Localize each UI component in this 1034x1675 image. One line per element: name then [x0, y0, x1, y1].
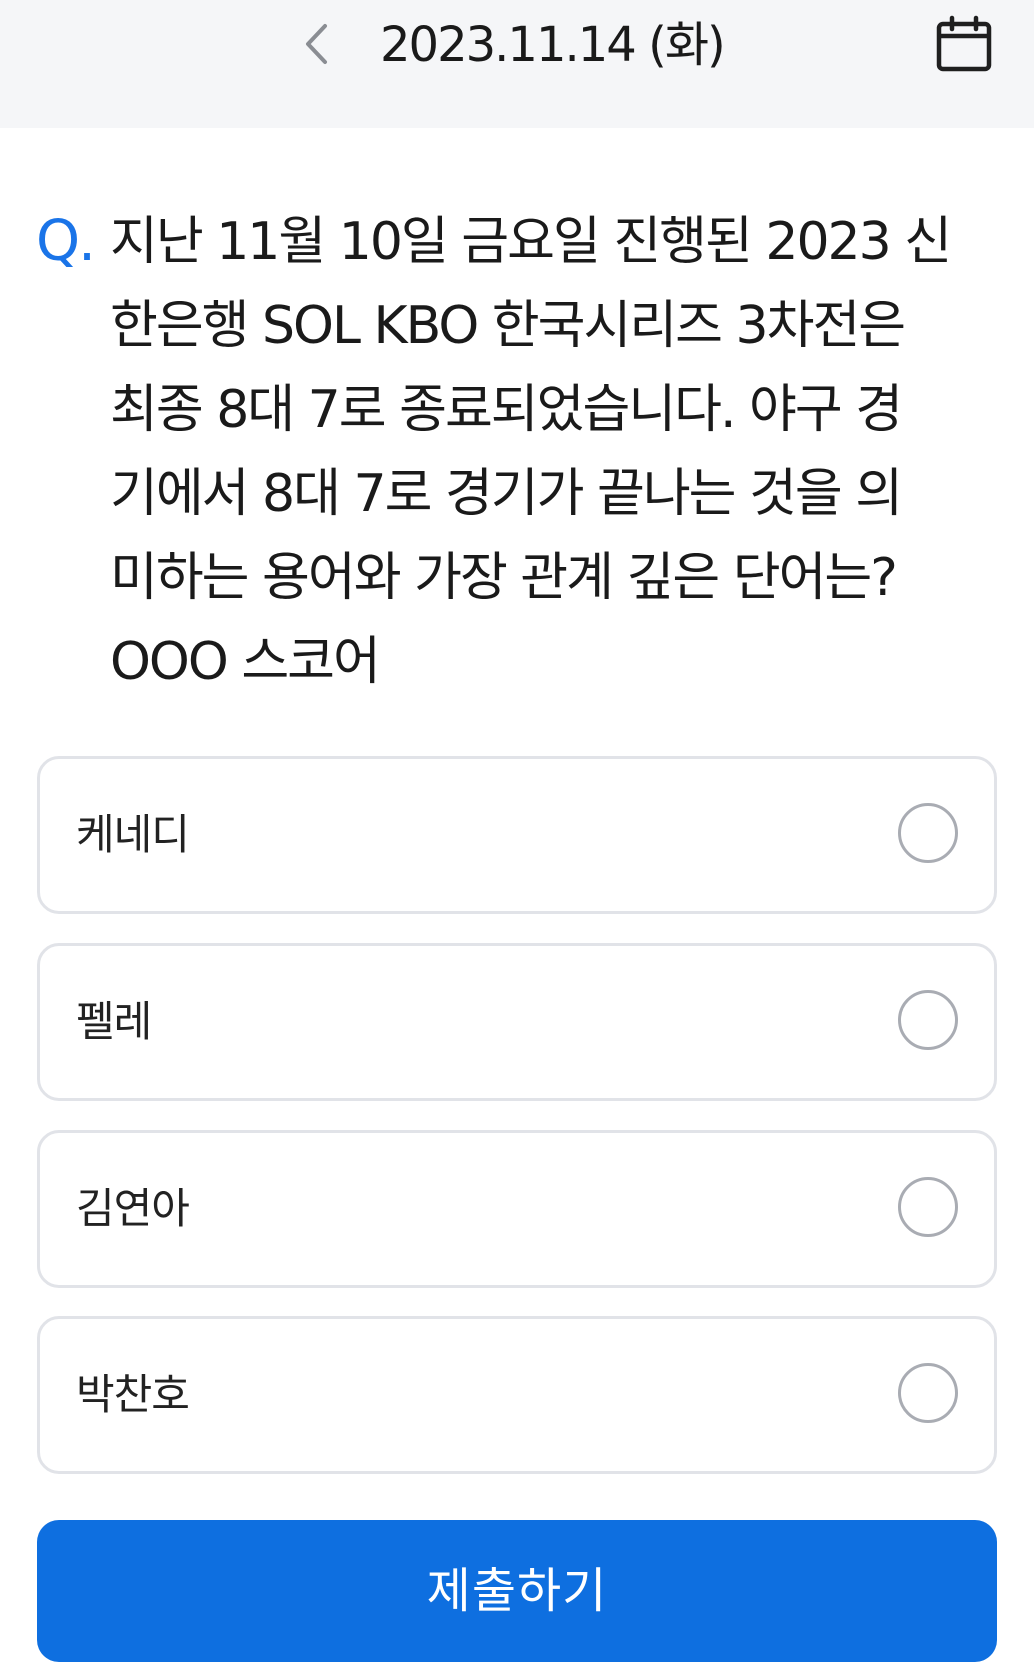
- chevron-left-icon: [306, 24, 327, 64]
- question-line: 지난 11월 10일 금요일 진행된 2023 신: [110, 212, 952, 272]
- answer-option-2[interactable]: 펠레: [37, 943, 997, 1101]
- question-line: 한은행 SOL KBO 한국시리즈 3차전은: [110, 296, 906, 356]
- question-marker: Q.: [36, 209, 96, 274]
- date-title: 2023.11.14 (화): [380, 17, 726, 73]
- submit-button[interactable]: 제출하기: [37, 1520, 997, 1662]
- radio-button-icon[interactable]: [898, 990, 958, 1050]
- answer-option-label: 케네디: [76, 810, 190, 859]
- question-line: 기에서 8대 7로 경기가 끝나는 것을 의: [110, 464, 903, 524]
- question-text: 지난 11월 10일 금요일 진행된 2023 신 한은행 SOL KBO 한국…: [110, 200, 990, 704]
- answer-option-label: 박찬호: [76, 1370, 190, 1419]
- question-line: 미하는 용어와 가장 관계 깊은 단어는?: [110, 548, 898, 608]
- calendar-icon: [936, 15, 992, 72]
- answer-option-label: 김연아: [76, 1184, 190, 1233]
- answer-option-4[interactable]: 박찬호: [37, 1316, 997, 1474]
- radio-button-icon[interactable]: [898, 1363, 958, 1423]
- radio-button-icon[interactable]: [898, 1177, 958, 1237]
- back-button[interactable]: [290, 14, 342, 74]
- answer-option-label: 펠레: [76, 997, 152, 1046]
- question-line: 최종 8대 7로 종료되었습니다. 야구 경: [110, 380, 903, 440]
- question-line: OOO 스코어: [110, 632, 381, 692]
- top-header: 2023.11.14 (화): [0, 0, 1034, 128]
- answer-option-3[interactable]: 김연아: [37, 1130, 997, 1288]
- answer-option-1[interactable]: 케네디: [37, 756, 997, 914]
- calendar-button[interactable]: [932, 12, 996, 76]
- radio-button-icon[interactable]: [898, 803, 958, 863]
